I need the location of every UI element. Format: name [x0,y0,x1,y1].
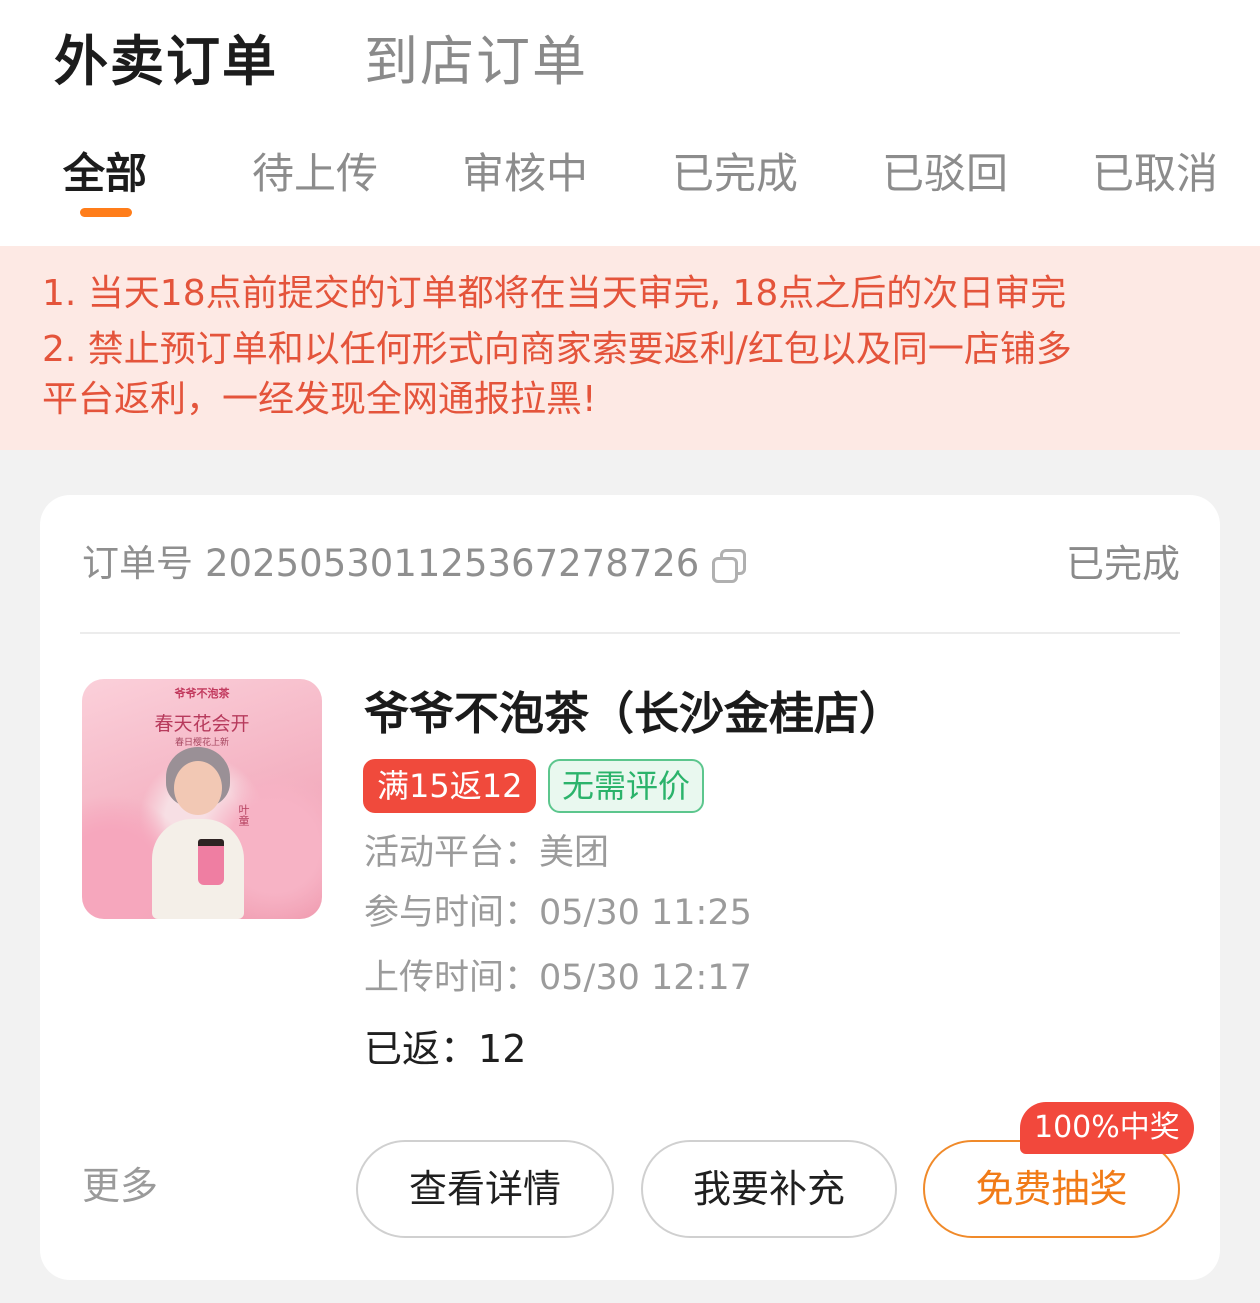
filter-tab-reviewing[interactable]: 审核中 [435,148,615,200]
shop-image[interactable]: 爷爷不泡茶 春天花会开 春日樱花上新 叶童 [82,679,322,919]
notice-line-1: 1. 当天18点前提交的订单都将在当天审完, 18点之后的次日审完 [42,273,1067,314]
platform-row: 活动平台：美团 [364,828,609,878]
platform-label: 活动平台： [364,833,540,873]
notice-line-2: 2. 禁止预订单和以任何形式向商家索要返利/红包以及同一店铺多 [42,329,1072,370]
notice-banner: 1. 当天18点前提交的订单都将在当天审完, 18点之后的次日审完 2. 禁止预… [0,246,1260,450]
supplement-button[interactable]: 我要补充 [641,1140,897,1238]
shop-name[interactable]: 爷爷不泡茶（长沙金桂店） [364,683,904,745]
image-tea-cup [198,839,224,885]
free-lottery-button[interactable]: 免费抽奖 [923,1140,1180,1238]
upload-time-row: 上传时间：05/30 12:17 [364,953,752,1003]
join-time-value: 05/30 11:25 [539,893,752,933]
upload-time-value: 05/30 12:17 [539,958,752,998]
order-card: 订单号 2025053011253672787​26 已完成 爷爷不泡茶 春天花… [40,495,1220,1280]
filter-tab-all[interactable]: 全部 [15,148,195,200]
platform-value: 美团 [539,833,610,873]
tab-delivery-orders[interactable]: 外卖订单 [54,30,278,94]
header: 外卖订单 到店订单 全部 待上传 审核中 已完成 已驳回 已取消 [0,0,1260,246]
join-time-row: 参与时间：05/30 11:25 [364,888,752,938]
more-link[interactable]: 更多 [82,1159,158,1213]
rebate-row: 已返：12 [364,1023,526,1075]
image-signature: 叶童 [237,804,250,826]
order-status: 已完成 [1065,542,1180,586]
tab-instore-orders[interactable]: 到店订单 [364,30,588,94]
notice-line-3: 平台返利，一经发现全网通报拉黑! [42,379,597,420]
image-headline: 春天花会开 [154,713,250,735]
join-time-label: 参与时间： [364,893,540,933]
active-tab-indicator [80,208,132,217]
order-number: 2025053011253672787​26 [205,542,700,585]
divider [80,632,1180,634]
copy-icon[interactable] [711,548,747,583]
filter-tab-pending-upload[interactable]: 待上传 [225,148,405,200]
rebate-label: 已返： [364,1027,479,1071]
filter-tab-rejected[interactable]: 已驳回 [855,148,1035,200]
rebate-rule-tag: 满15返12 [363,759,537,813]
order-number-label: 订单号 [82,542,193,585]
image-person [152,747,244,919]
no-review-tag: 无需评价 [548,759,705,813]
image-brand-text: 爷爷不泡茶 [174,687,230,700]
lottery-badge: 100%中奖 [1020,1102,1194,1154]
rebate-value: 12 [478,1027,527,1071]
view-details-button[interactable]: 查看详情 [356,1140,614,1238]
filter-tab-cancelled[interactable]: 已取消 [1065,148,1245,200]
filter-tab-completed[interactable]: 已完成 [645,148,825,200]
upload-time-label: 上传时间： [364,958,540,998]
order-number-row: 订单号 2025053011253672787​26 [82,537,747,591]
